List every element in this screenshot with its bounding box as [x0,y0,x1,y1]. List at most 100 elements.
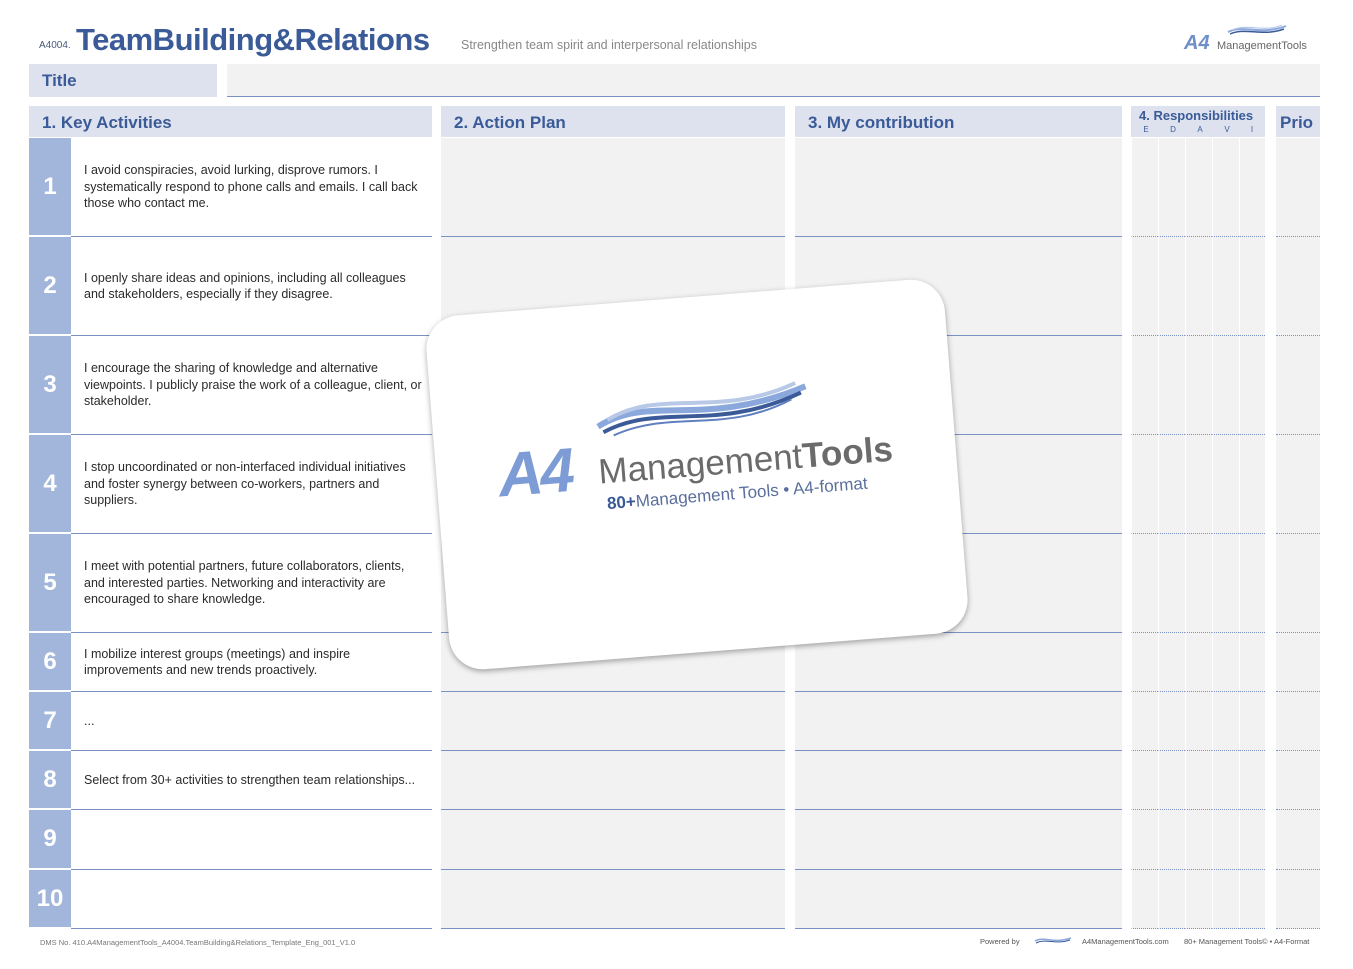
responsibility-cell[interactable] [1239,138,1265,237]
responsibility-cell[interactable] [1131,751,1158,810]
prio-cell[interactable] [1276,435,1320,534]
responsibility-cell[interactable] [1212,633,1239,692]
responsibility-cell[interactable] [1185,751,1212,810]
column-header-action-plan: 2. Action Plan [441,106,785,137]
row-number: 2 [29,237,71,336]
responsibility-cell[interactable] [1158,810,1185,870]
responsibility-cell[interactable] [1131,534,1158,633]
key-activity-text: I mobilize interest groups (meetings) an… [71,633,432,692]
key-activity-text: I encourage the sharing of knowledge and… [71,336,432,435]
row-number: 4 [29,435,71,534]
contribution-cell[interactable] [795,138,1122,237]
responsibility-cell[interactable] [1131,237,1158,336]
logo-text: ManagementTools [1217,40,1307,52]
responsibility-cell[interactable] [1158,870,1185,929]
contribution-cell[interactable] [795,810,1122,870]
contribution-cell[interactable] [795,751,1122,810]
responsibility-cell[interactable] [1158,336,1185,435]
prio-cell[interactable] [1276,534,1320,633]
responsibility-cell[interactable] [1239,534,1265,633]
action-plan-cell[interactable] [441,692,785,751]
action-plan-cell[interactable] [441,751,785,810]
responsibility-cell[interactable] [1158,534,1185,633]
column-header-responsibilities: 4. Responsibilities E D A V I [1131,106,1265,137]
document-code: A4004. [39,40,71,51]
responsibility-cell[interactable] [1131,435,1158,534]
responsibility-cell[interactable] [1185,534,1212,633]
footer-website: A4ManagementTools.com [1082,937,1169,946]
responsibility-cell[interactable] [1239,336,1265,435]
responsibility-cell[interactable] [1212,751,1239,810]
row-number: 10 [29,870,71,929]
responsibility-cell[interactable] [1239,633,1265,692]
footer-wave-icon [1034,937,1072,944]
responsibility-cell[interactable] [1185,336,1212,435]
prio-cell[interactable] [1276,870,1320,929]
responsibility-cell[interactable] [1158,435,1185,534]
resp-letter-i: I [1250,125,1254,134]
contribution-cell[interactable] [795,692,1122,751]
responsibility-cell[interactable] [1185,692,1212,751]
responsibility-cell[interactable] [1158,138,1185,237]
responsibility-cell[interactable] [1212,138,1239,237]
prio-cell[interactable] [1276,237,1320,336]
responsibility-cell[interactable] [1131,633,1158,692]
title-input[interactable] [227,64,1320,97]
responsibility-cell[interactable] [1131,692,1158,751]
responsibility-cell[interactable] [1158,692,1185,751]
responsibility-cell[interactable] [1239,810,1265,870]
row-number: 6 [29,633,71,692]
responsibility-cell[interactable] [1212,237,1239,336]
responsibility-cell[interactable] [1185,435,1212,534]
prio-cell[interactable] [1276,692,1320,751]
action-plan-cell[interactable] [441,870,785,929]
responsibility-cell[interactable] [1131,138,1158,237]
key-activity-text: Select from 30+ activities to strengthen… [71,751,432,810]
key-activity-text: I openly share ideas and opinions, inclu… [71,237,432,336]
responsibility-cell[interactable] [1239,870,1265,929]
row-number: 5 [29,534,71,633]
responsibility-cell[interactable] [1185,810,1212,870]
row-number: 8 [29,751,71,810]
responsibility-cell[interactable] [1239,751,1265,810]
responsibility-cell[interactable] [1158,237,1185,336]
responsibility-cell[interactable] [1212,810,1239,870]
row-number: 7 [29,692,71,751]
prio-cell[interactable] [1276,138,1320,237]
action-plan-cell[interactable] [441,138,785,237]
responsibility-cell[interactable] [1131,810,1158,870]
contribution-cell[interactable] [795,870,1122,929]
responsibility-cell[interactable] [1212,870,1239,929]
responsibility-cell[interactable] [1131,336,1158,435]
contribution-cell[interactable] [795,633,1122,692]
responsibility-cell[interactable] [1212,534,1239,633]
overlay-a4-mark: A4 [495,435,575,511]
key-activity-text: I avoid conspiracies, avoid lurking, dis… [71,138,432,237]
page-subtitle: Strengthen team spirit and interpersonal… [461,38,758,52]
key-activity-text: ... [71,692,432,751]
responsibility-cell[interactable] [1239,237,1265,336]
responsibility-cell[interactable] [1239,692,1265,751]
action-plan-cell[interactable] [441,810,785,870]
responsibility-cell[interactable] [1185,870,1212,929]
responsibility-cell[interactable] [1131,870,1158,929]
resp-letter-e: E [1143,125,1149,134]
prio-cell[interactable] [1276,751,1320,810]
responsibility-cell[interactable] [1185,237,1212,336]
prio-cell[interactable] [1276,633,1320,692]
column-header-my-contribution: 3. My contribution [795,106,1122,137]
responsibility-cell[interactable] [1212,692,1239,751]
responsibility-cell[interactable] [1185,633,1212,692]
prio-cell[interactable] [1276,810,1320,870]
footer-powered-by: Powered by [980,937,1020,946]
footer-tagline: 80+ Management Tools© • A4-Format [1184,937,1310,946]
responsibility-cell[interactable] [1158,633,1185,692]
column-header-prio: Prio [1276,106,1320,137]
responsibility-cell[interactable] [1158,751,1185,810]
responsibility-cell[interactable] [1212,336,1239,435]
responsibility-cell[interactable] [1185,138,1212,237]
prio-cell[interactable] [1276,336,1320,435]
responsibility-cell[interactable] [1239,435,1265,534]
responsibility-cell[interactable] [1212,435,1239,534]
resp-letter-d: D [1170,125,1176,134]
